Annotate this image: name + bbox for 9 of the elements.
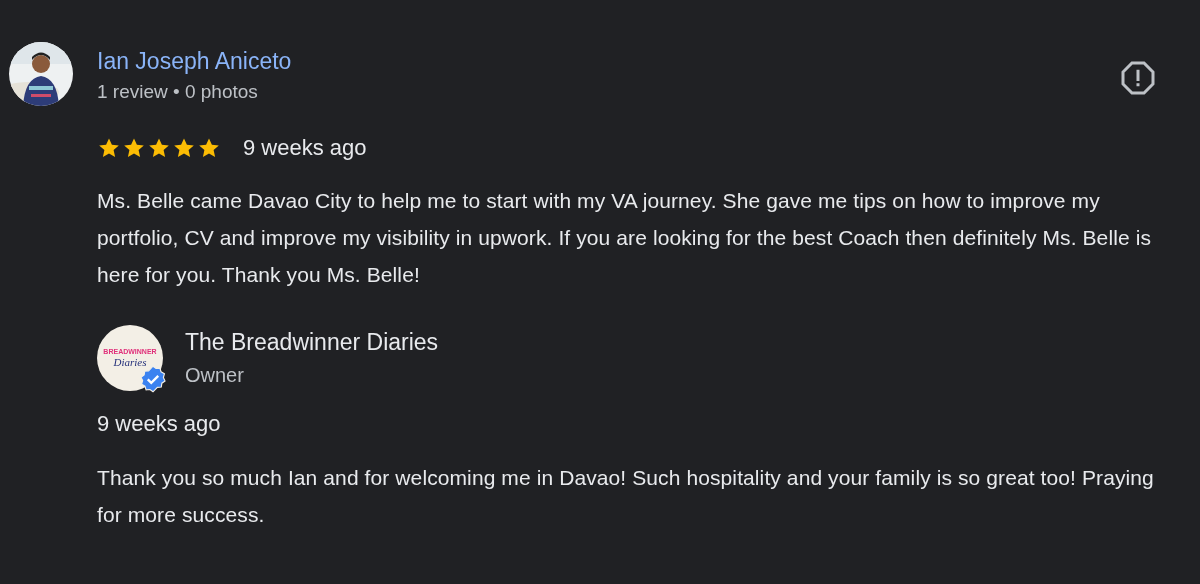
owner-name: The Breadwinner Diaries [185,327,439,357]
owner-role: Owner [185,362,245,388]
reviewer-stats: 1 review • 0 photos [97,80,259,104]
review-text: Ms. Belle came Davao City to help me to start with my VA journey. She gave me tips on how to improve my portfolio, CV and improve my visibility in upwork. If you are looking for the best Coach then definitely Ms. Belle is here for you. Thank you Ms. Belle! [97,188,1152,288]
response-time: 9 weeks ago [97,410,222,438]
review-time: 9 weeks ago [243,134,367,162]
reviewer-name[interactable]: Ian Joseph Aniceto [97,46,1120,76]
response-text: Thank you so much Ian and for welcoming me in Davao! Such hospitality and your family is so great too! Praying for more success. [97,465,1155,528]
report-icon[interactable] [1120,60,1156,96]
